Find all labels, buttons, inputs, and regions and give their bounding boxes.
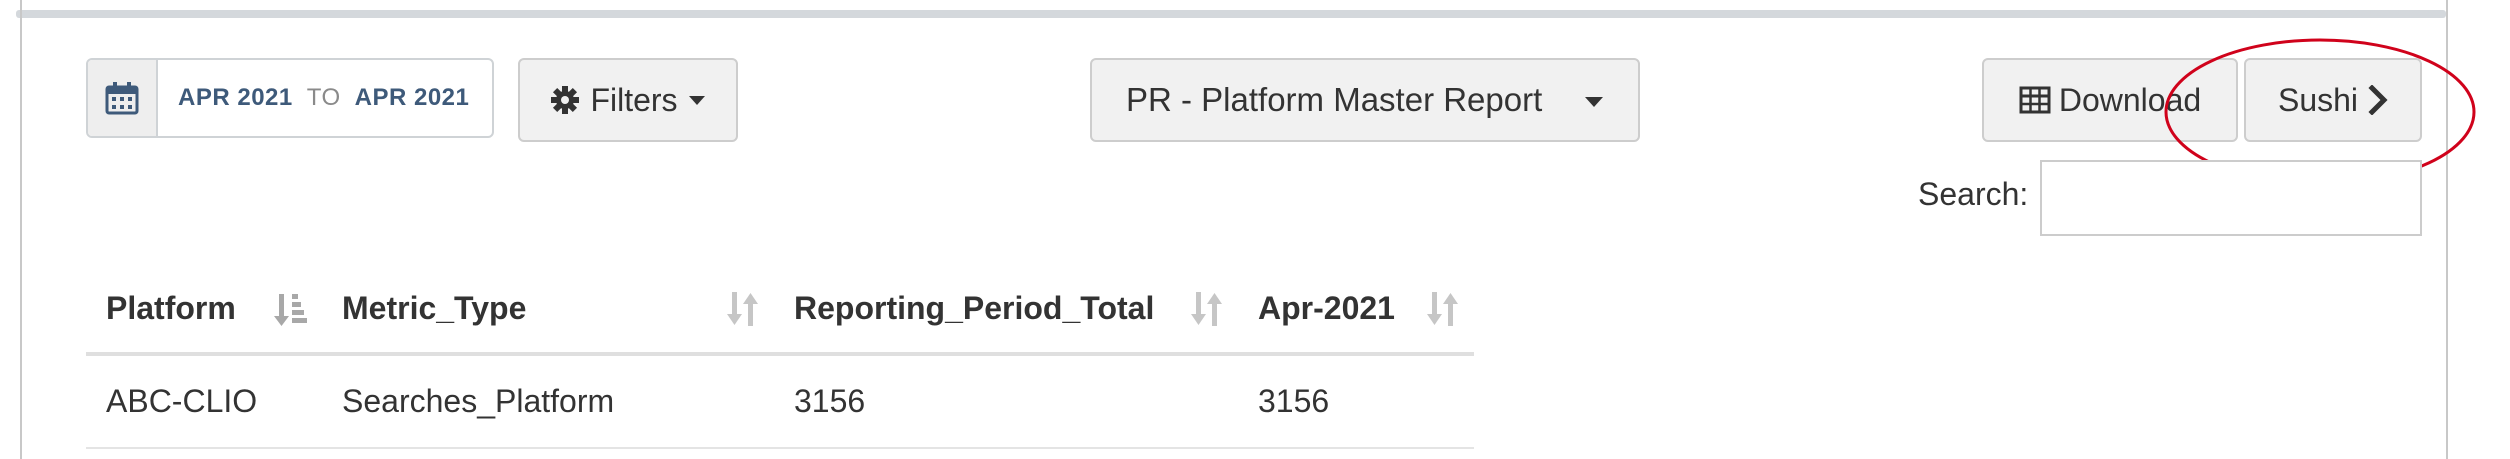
table-cell-apr-2021: 3156 bbox=[1238, 354, 1474, 449]
date-range-start: APR 2021 bbox=[178, 84, 293, 111]
calendar-addon[interactable] bbox=[88, 60, 158, 136]
table-header-row: Platform Metric_Type Reporting_Period_To… bbox=[86, 264, 1474, 356]
table-cell-platform: ABC-CLIO bbox=[86, 354, 322, 449]
date-range-separator: TO bbox=[306, 84, 341, 111]
sort-icon bbox=[727, 292, 758, 326]
chevron-right-icon bbox=[2368, 85, 2388, 115]
download-button[interactable]: Download bbox=[1982, 58, 2238, 142]
column-header-reporting-period-total[interactable]: Reporting_Period_Total bbox=[774, 264, 1238, 356]
table-row: ABC-CLIO Searches_Platform 3156 3156 bbox=[86, 354, 1474, 449]
top-divider bbox=[16, 10, 2446, 18]
search-input[interactable] bbox=[2040, 160, 2422, 236]
table-cell-metric-type: Searches_Platform bbox=[322, 354, 774, 449]
calendar-icon bbox=[105, 82, 139, 115]
report-select-value: PR - Platform Master Report bbox=[1126, 81, 1543, 118]
date-range-text[interactable]: APR 2021 TO APR 2021 bbox=[158, 60, 469, 136]
date-range-picker[interactable]: APR 2021 TO APR 2021 bbox=[86, 58, 494, 138]
date-range-end: APR 2021 bbox=[354, 84, 470, 111]
sushi-button[interactable]: Sushi bbox=[2244, 58, 2422, 142]
table-cell-reporting-period-total: 3156 bbox=[774, 354, 1238, 449]
column-header-label: Metric_Type bbox=[342, 289, 527, 326]
caret-down-icon bbox=[1585, 97, 1603, 107]
frame-border-left bbox=[20, 0, 22, 459]
download-label: Download bbox=[2058, 81, 2202, 118]
table-icon bbox=[2019, 86, 2051, 114]
column-header-label: Apr-2021 bbox=[1258, 289, 1395, 326]
gear-icon bbox=[551, 86, 580, 114]
filters-button[interactable]: Filters bbox=[518, 58, 738, 142]
report-table: Platform Metric_Type Reporting_Period_To… bbox=[86, 264, 1474, 449]
frame-border-right bbox=[2446, 0, 2448, 459]
sort-alpha-down-icon bbox=[274, 294, 307, 326]
sushi-label: Sushi bbox=[2277, 81, 2359, 118]
caret-down-icon bbox=[688, 96, 705, 105]
search-label: Search: bbox=[1918, 176, 2029, 212]
filters-label: Filters bbox=[590, 81, 678, 118]
sort-icon bbox=[1427, 292, 1458, 326]
column-header-apr-2021[interactable]: Apr-2021 bbox=[1238, 264, 1474, 356]
column-header-label: Reporting_Period_Total bbox=[794, 289, 1155, 326]
report-select[interactable]: PR - Platform Master Report bbox=[1090, 58, 1640, 142]
column-header-platform[interactable]: Platform bbox=[86, 264, 322, 356]
page: APR 2021 TO APR 2021 Filters PR - Platfo… bbox=[0, 0, 2510, 459]
column-header-metric-type[interactable]: Metric_Type bbox=[322, 264, 774, 356]
column-header-label: Platform bbox=[106, 289, 236, 326]
sort-icon bbox=[1191, 292, 1222, 326]
